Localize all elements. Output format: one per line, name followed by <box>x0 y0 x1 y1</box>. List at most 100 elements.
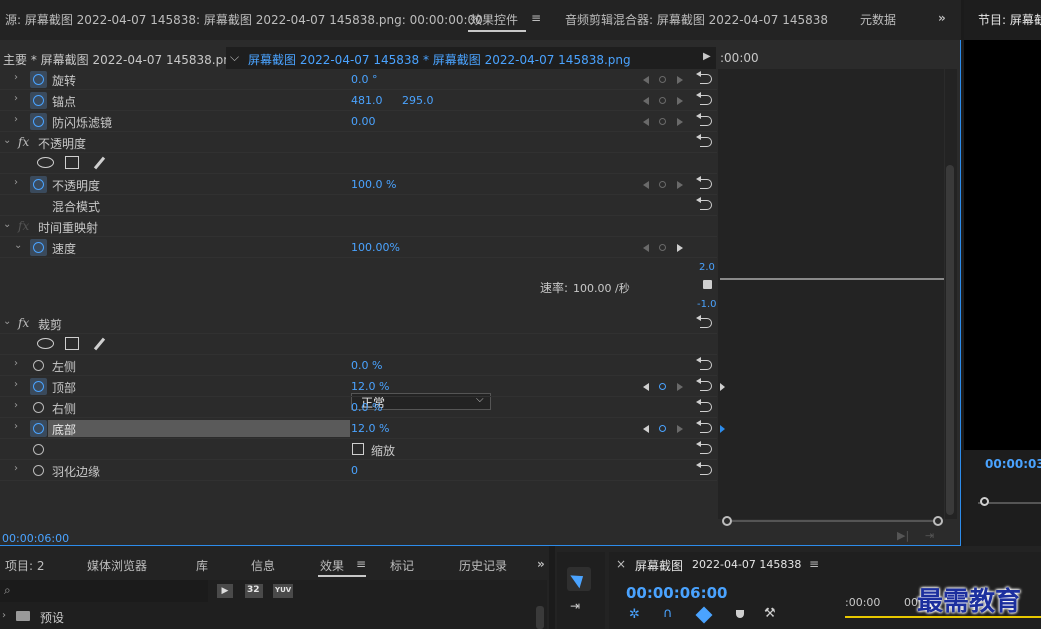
library-tab[interactable]: 库 <box>196 557 208 574</box>
metadata-tab[interactable]: 元数据 <box>860 11 896 28</box>
pen-mask-icon[interactable] <box>93 337 106 351</box>
scroll-track[interactable] <box>732 520 934 522</box>
prev-keyframe-icon[interactable] <box>643 97 649 105</box>
expand-chevron-icon[interactable]: › <box>14 178 24 188</box>
expand-chevron-icon[interactable]: › <box>14 359 24 369</box>
opacity-value[interactable]: 100.0 % <box>351 178 396 191</box>
reset-icon[interactable] <box>696 134 712 147</box>
prev-keyframe-icon[interactable] <box>643 181 649 189</box>
expand-chevron-icon[interactable]: › <box>14 380 24 390</box>
next-keyframe-icon[interactable] <box>677 97 683 105</box>
scroll-thumb[interactable] <box>536 606 544 629</box>
stopwatch-icon[interactable] <box>33 402 44 413</box>
rotation-value[interactable]: 0.0 ° <box>351 73 378 86</box>
panel-timecode[interactable]: 00:00:06:00 <box>2 532 69 545</box>
rate-scale-icon[interactable] <box>703 280 712 289</box>
keyframe-icon[interactable] <box>659 383 666 390</box>
master-clip-label[interactable]: 主要 * 屏幕截图 2022-04-07 145838.png <box>3 51 238 68</box>
scroll-end-handle[interactable] <box>933 516 943 526</box>
magnet-icon[interactable]: ∩ <box>663 606 673 621</box>
markers-tab[interactable]: 标记 <box>390 557 414 574</box>
add-keyframe-icon[interactable] <box>659 181 666 188</box>
clip-name[interactable]: 屏幕截图 2022-04-07 145838 * 屏幕截图 2022-04-07… <box>248 51 631 68</box>
crop-right-value[interactable]: 0.0 % <box>351 401 382 414</box>
next-keyframe-icon[interactable] <box>677 118 683 126</box>
more-panels-icon[interactable]: » <box>537 557 545 571</box>
prev-keyframe-icon[interactable] <box>643 76 649 84</box>
sequence-title-date[interactable]: 2022-04-07 145838 <box>692 558 801 571</box>
program-tab[interactable]: 节目: 屏幕截 <box>978 11 1041 28</box>
expand-chevron-icon[interactable]: › <box>14 73 24 83</box>
keyframe-timeline[interactable] <box>718 69 944 519</box>
project-tab[interactable]: 项目: 2 <box>5 557 45 574</box>
fx-icon[interactable]: fx <box>18 135 29 149</box>
reset-icon[interactable] <box>696 176 712 189</box>
panel-divider[interactable] <box>961 0 964 546</box>
collapse-chevron-icon[interactable]: ⌄ <box>3 220 13 230</box>
chevron-down-icon[interactable]: ⌵ <box>230 50 239 65</box>
selection-tool-button[interactable] <box>567 567 591 591</box>
audio-mixer-tab[interactable]: 音频剪辑混合器: 屏幕截图 2022-04-07 145838 <box>565 11 828 28</box>
sequence-menu-icon[interactable]: ≡ <box>809 557 819 571</box>
ellipse-mask-icon[interactable] <box>37 338 54 349</box>
snap-icon[interactable]: ✲ <box>629 607 640 622</box>
timeline-keyframe-marker[interactable] <box>720 383 725 391</box>
program-scrub-handle[interactable] <box>980 497 989 506</box>
marker-icon[interactable] <box>736 610 744 618</box>
accelerated-effects-icon[interactable]: ▶ <box>217 584 233 598</box>
info-tab[interactable]: 信息 <box>251 557 275 574</box>
next-keyframe-icon[interactable] <box>677 76 683 84</box>
anchor-x-value[interactable]: 481.0 <box>351 94 383 107</box>
stopwatch-icon[interactable] <box>33 95 44 106</box>
reset-icon[interactable] <box>696 113 712 126</box>
add-keyframe-icon[interactable] <box>659 76 666 83</box>
vertical-scroll-thumb[interactable] <box>946 165 954 515</box>
wrench-icon[interactable]: ⚒ <box>764 606 776 621</box>
media-browser-tab[interactable]: 媒体浏览器 <box>87 557 147 574</box>
crop-top-value[interactable]: 12.0 % <box>351 380 389 393</box>
track-select-tool-icon[interactable]: ⇥ <box>570 599 580 613</box>
stopwatch-icon[interactable] <box>33 381 44 392</box>
horizontal-scrollbar[interactable] <box>722 516 944 526</box>
stopwatch-icon[interactable] <box>33 116 44 127</box>
stopwatch-icon[interactable] <box>33 242 44 253</box>
expand-chevron-icon[interactable]: › <box>14 401 24 411</box>
timeline-keyframe-marker[interactable] <box>720 425 725 433</box>
feather-value[interactable]: 0 <box>351 464 358 477</box>
stopwatch-icon[interactable] <box>33 360 44 371</box>
history-tab[interactable]: 历史记录 <box>459 557 507 574</box>
rectangle-mask-icon[interactable] <box>65 156 79 169</box>
reset-icon[interactable] <box>696 441 712 454</box>
collapse-chevron-icon[interactable]: ⌄ <box>14 241 24 251</box>
stopwatch-icon[interactable] <box>33 444 44 455</box>
32bit-effects-icon[interactable]: 32 <box>245 584 263 598</box>
fx-icon[interactable]: fx <box>18 219 29 233</box>
sequence-title[interactable]: 屏幕截图 <box>635 557 683 574</box>
reset-icon[interactable] <box>696 197 712 210</box>
next-keyframe-icon[interactable] <box>677 244 683 252</box>
export-frame-icon[interactable]: ▶| <box>897 529 909 542</box>
prev-keyframe-icon[interactable] <box>643 244 649 252</box>
expand-chevron-icon[interactable]: › <box>14 115 24 125</box>
rectangle-mask-icon[interactable] <box>65 337 79 350</box>
stopwatch-icon[interactable] <box>33 465 44 476</box>
flicker-value[interactable]: 0.00 <box>351 115 376 128</box>
zoom-checkbox[interactable] <box>352 443 364 455</box>
add-keyframe-icon[interactable] <box>659 97 666 104</box>
reset-icon[interactable] <box>696 462 712 475</box>
expand-chevron-icon[interactable]: › <box>14 94 24 104</box>
next-keyframe-icon[interactable] <box>677 383 683 391</box>
effect-controls-tab[interactable]: 效果控件 <box>470 11 518 28</box>
expand-chevron-icon[interactable]: › <box>14 464 24 474</box>
crop-left-value[interactable]: 0.0 % <box>351 359 382 372</box>
reset-icon[interactable] <box>696 92 712 105</box>
source-tab[interactable]: 源: 屏幕截图 2022-04-07 145838: 屏幕截图 2022-04-… <box>5 11 483 28</box>
effects-menu-icon[interactable]: ≡ <box>356 557 366 571</box>
prev-keyframe-icon[interactable] <box>643 383 649 391</box>
program-timecode[interactable]: 00:00:03 <box>985 457 1041 471</box>
collapse-chevron-icon[interactable]: ⌄ <box>3 317 13 327</box>
prev-keyframe-icon[interactable] <box>643 425 649 433</box>
reset-icon[interactable] <box>696 357 712 370</box>
reset-icon[interactable] <box>696 399 712 412</box>
reset-icon[interactable] <box>696 378 712 391</box>
